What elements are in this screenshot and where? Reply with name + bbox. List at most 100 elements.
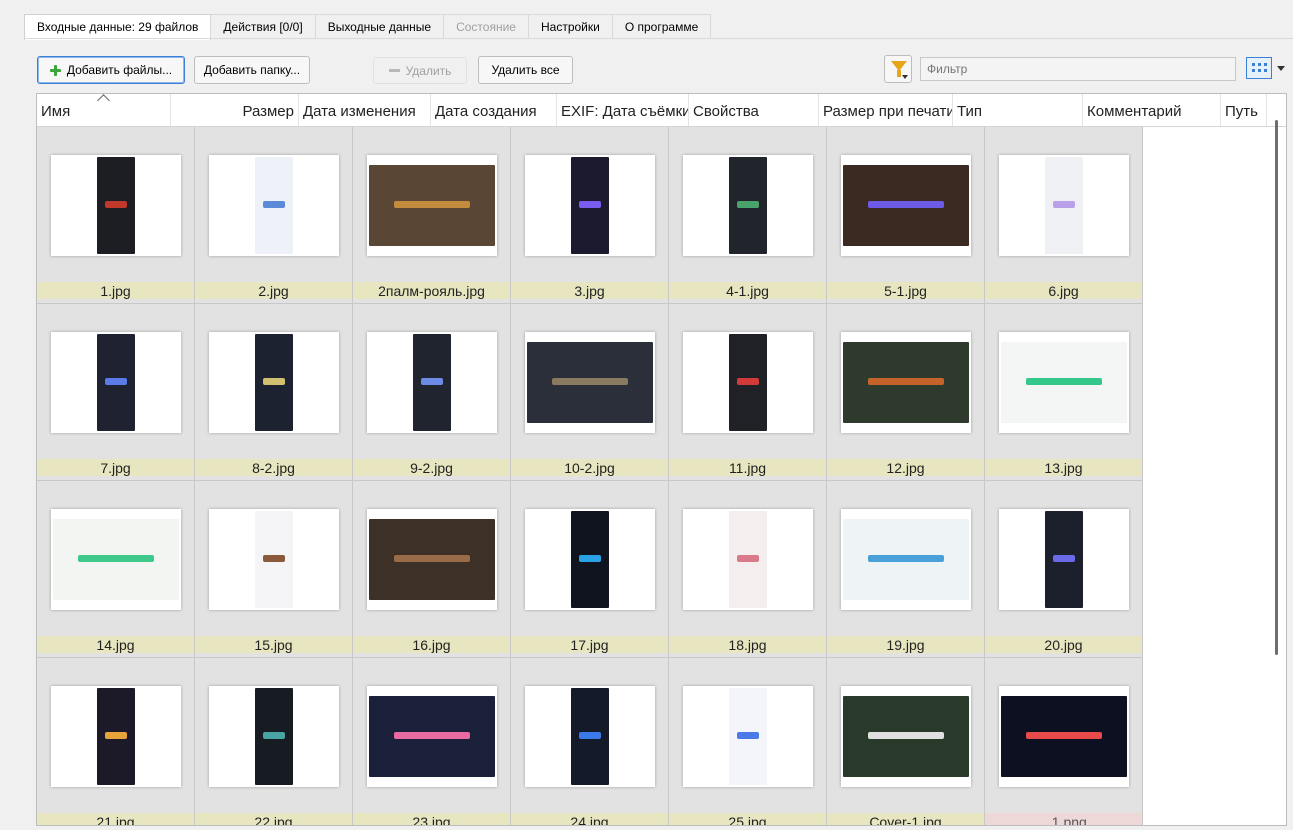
thumbnail-image: [525, 686, 655, 787]
file-thumbnail-item[interactable]: 6.jpg: [985, 127, 1143, 304]
thumbnail-view-icon[interactable]: [1246, 56, 1290, 82]
thumbnail-image: [367, 332, 497, 433]
column-header-4[interactable]: EXIF: Дата съёмки: [557, 94, 689, 126]
delete-all-button[interactable]: Удалить все: [478, 56, 573, 84]
file-name-label: 3.jpg: [511, 282, 668, 299]
file-name-label: 6.jpg: [985, 282, 1142, 299]
column-header-row: Имя Размер Дата изменения Дата создания EXIF…: [37, 94, 1286, 127]
file-thumbnail-item[interactable]: 18.jpg: [669, 481, 827, 658]
file-thumbnail-item[interactable]: 14.jpg: [37, 481, 195, 658]
delete-button[interactable]: Удалить: [373, 57, 467, 84]
thumbnail-image: [51, 686, 181, 787]
file-thumbnail-item[interactable]: 12.jpg: [827, 304, 985, 481]
tab-bar: Входные данные: 29 файлов Действия [0/0] В…: [24, 14, 712, 40]
file-thumbnail-item[interactable]: 4-1.jpg: [669, 127, 827, 304]
file-thumbnail-item[interactable]: 21.jpg: [37, 658, 195, 825]
file-thumbnail-item[interactable]: 5-1.jpg: [827, 127, 985, 304]
file-thumbnail-item[interactable]: Cover-1.jpg: [827, 658, 985, 825]
thumbnail-image: [841, 155, 971, 256]
vertical-scrollbar[interactable]: [1275, 120, 1278, 655]
thumbnail-image: [51, 332, 181, 433]
tab-2[interactable]: Выходные данные: [314, 14, 445, 39]
column-header-5[interactable]: Свойства: [689, 94, 819, 126]
column-header-9[interactable]: Путь: [1221, 94, 1267, 126]
column-header-7[interactable]: Тип: [953, 94, 1083, 126]
file-name-label: 13.jpg: [985, 459, 1142, 476]
file-name-label: 23.jpg: [353, 813, 510, 825]
file-thumbnail-item[interactable]: 16.jpg: [353, 481, 511, 658]
file-thumbnail-item[interactable]: 13.jpg: [985, 304, 1143, 481]
thumbnail-image: [841, 509, 971, 610]
column-header-8[interactable]: Комментарий: [1083, 94, 1221, 126]
file-name-label: 20.jpg: [985, 636, 1142, 653]
thumbnail-image: [999, 332, 1129, 433]
column-header-3[interactable]: Дата создания: [431, 94, 557, 126]
thumbnail-image: [683, 332, 813, 433]
plus-icon: [49, 64, 61, 76]
file-name-label: 14.jpg: [37, 636, 194, 653]
tab-0[interactable]: Входные данные: 29 файлов: [24, 14, 212, 40]
file-name-label: 10-2.jpg: [511, 459, 668, 476]
column-header-1[interactable]: Размер: [171, 94, 299, 126]
file-name-label: 9-2.jpg: [353, 459, 510, 476]
file-thumbnail-item[interactable]: 20.jpg: [985, 481, 1143, 658]
file-thumbnail-item[interactable]: 7.jpg: [37, 304, 195, 481]
file-name-label: 19.jpg: [827, 636, 984, 653]
thumbnail-image: [209, 155, 339, 256]
file-name-label: 12.jpg: [827, 459, 984, 476]
file-name-label: 17.jpg: [511, 636, 668, 653]
file-thumbnail-item[interactable]: 15.jpg: [195, 481, 353, 658]
file-name-label: 18.jpg: [669, 636, 826, 653]
file-thumbnail-item[interactable]: 9-2.jpg: [353, 304, 511, 481]
file-name-label: 21.jpg: [37, 813, 194, 825]
file-name-label: 1.jpg: [37, 282, 194, 299]
file-thumbnail-item[interactable]: 24.jpg: [511, 658, 669, 825]
tab-5[interactable]: О программе: [611, 14, 712, 39]
file-name-label: 11.jpg: [669, 459, 826, 476]
tab-4[interactable]: Настройки: [527, 14, 613, 39]
delete-all-label: Удалить все: [491, 63, 560, 77]
add-folder-button[interactable]: Добавить папку...: [194, 56, 310, 84]
file-thumbnail-item[interactable]: 22.jpg: [195, 658, 353, 825]
file-thumbnail-item[interactable]: 23.jpg: [353, 658, 511, 825]
file-thumbnail-item[interactable]: 2палм-рояль.jpg: [353, 127, 511, 304]
column-header-2[interactable]: Дата изменения: [299, 94, 431, 126]
add-files-button[interactable]: Добавить файлы...: [37, 56, 185, 84]
file-thumbnail-item[interactable]: 2.jpg: [195, 127, 353, 304]
thumbnail-image: [525, 509, 655, 610]
thumbnail-image: [367, 509, 497, 610]
file-name-label: ...1.png: [985, 813, 1142, 825]
minus-icon: [388, 69, 400, 72]
file-thumbnail-item[interactable]: ...1.png: [985, 658, 1143, 825]
chevron-down-icon: [1277, 66, 1285, 71]
thumbnail-image: [367, 686, 497, 787]
file-thumbnail-item[interactable]: 17.jpg: [511, 481, 669, 658]
file-thumbnail-item[interactable]: 3.jpg: [511, 127, 669, 304]
file-thumbnail-item[interactable]: 10-2.jpg: [511, 304, 669, 481]
funnel-icon[interactable]: [884, 55, 912, 83]
column-header-6[interactable]: Размер при печати: [819, 94, 953, 126]
file-name-label: 24.jpg: [511, 813, 668, 825]
file-thumbnail-item[interactable]: 25.jpg: [669, 658, 827, 825]
file-thumbnail-item[interactable]: 1.jpg: [37, 127, 195, 304]
file-list[interactable]: Имя Размер Дата изменения Дата создания EXIF…: [36, 93, 1287, 826]
tab-divider: [24, 38, 1293, 39]
delete-label: Удалить: [405, 63, 452, 78]
file-name-label: 22.jpg: [195, 813, 352, 825]
thumbnail-image: [209, 332, 339, 433]
tab-1[interactable]: Действия [0/0]: [210, 14, 316, 39]
thumbnail-image: [999, 509, 1129, 610]
file-name-label: 8-2.jpg: [195, 459, 352, 476]
file-thumbnail-item[interactable]: 19.jpg: [827, 481, 985, 658]
file-thumbnail-item[interactable]: 8-2.jpg: [195, 304, 353, 481]
thumbnail-image: [683, 686, 813, 787]
thumbnail-image: [841, 686, 971, 787]
file-name-label: 16.jpg: [353, 636, 510, 653]
add-folder-label: Добавить папку...: [203, 63, 301, 77]
file-name-label: 2палм-рояль.jpg: [353, 282, 510, 299]
filter-input[interactable]: [920, 57, 1236, 81]
file-thumbnail-item[interactable]: 11.jpg: [669, 304, 827, 481]
thumbnail-image: [683, 509, 813, 610]
file-name-label: Cover-1.jpg: [827, 813, 984, 825]
tab-3[interactable]: Состояние: [443, 14, 529, 39]
